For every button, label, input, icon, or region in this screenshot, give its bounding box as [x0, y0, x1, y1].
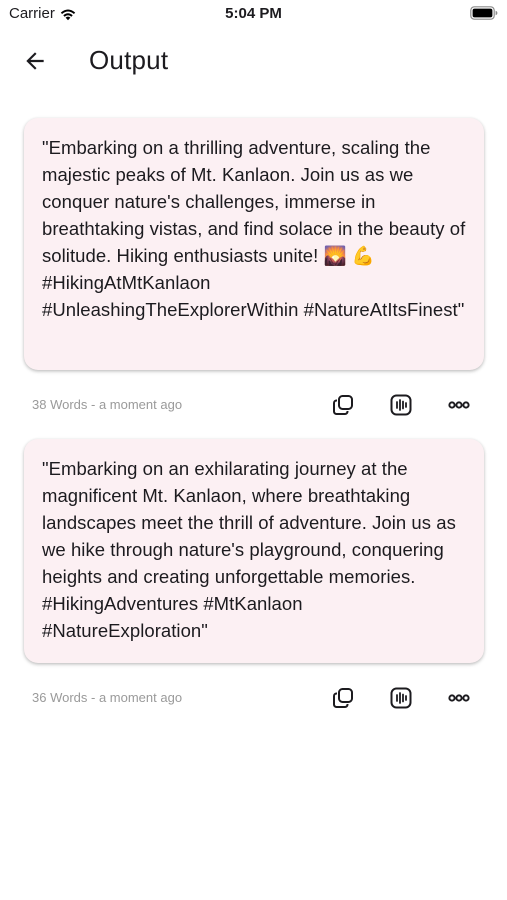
app-bar: Output [0, 36, 507, 86]
more-button[interactable] [444, 683, 474, 713]
output-screen: Carrier 5:04 PM Output "Embarking on a t… [0, 0, 507, 900]
copy-button[interactable] [328, 683, 358, 713]
status-time: 5:04 PM [225, 5, 282, 22]
copy-button[interactable] [328, 390, 358, 420]
result-card[interactable]: "Embarking on a thrilling adventure, sca… [24, 118, 484, 370]
page-title: Output [89, 45, 169, 75]
audio-icon [390, 687, 412, 709]
result-meta-row: 36 Words - a moment ago [32, 683, 477, 713]
back-button[interactable] [14, 46, 56, 76]
more-button[interactable] [444, 390, 474, 420]
status-bar: Carrier 5:04 PM [0, 0, 507, 28]
copy-icon [333, 688, 353, 708]
copy-icon [333, 395, 353, 415]
word-count-timestamp: 36 Words - a moment ago [32, 690, 183, 705]
more-icon [448, 401, 470, 409]
result-text: "Embarking on a thrilling adventure, sca… [42, 137, 471, 320]
audio-icon [390, 394, 412, 416]
word-count-timestamp: 38 Words - a moment ago [32, 397, 183, 412]
result-text: "Embarking on an exhilarating journey at… [42, 458, 462, 641]
audio-button[interactable] [386, 390, 416, 420]
result-card[interactable]: "Embarking on an exhilarating journey at… [24, 439, 484, 663]
result-meta-row: 38 Words - a moment ago [32, 390, 477, 420]
audio-button[interactable] [386, 683, 416, 713]
arrow-left-icon [26, 52, 44, 70]
more-icon [448, 694, 470, 702]
battery-icon [470, 6, 498, 20]
